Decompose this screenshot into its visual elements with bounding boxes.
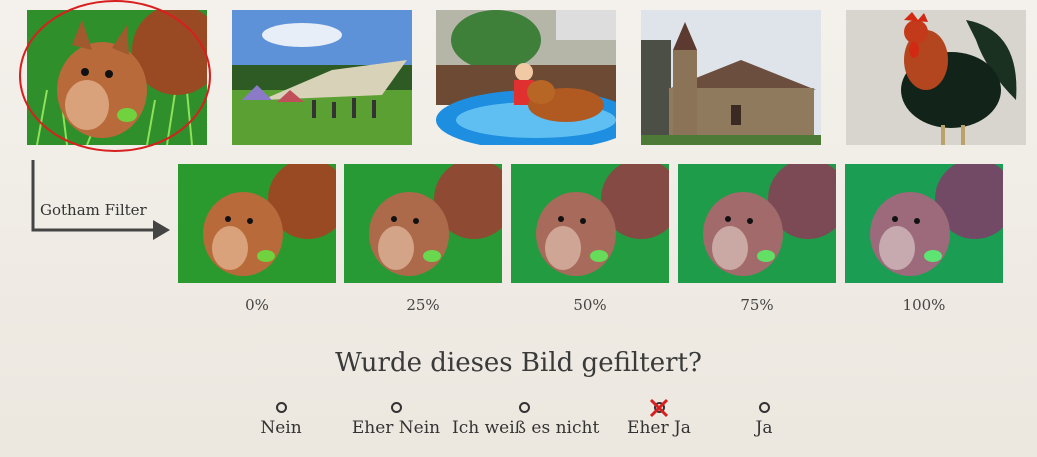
answer-label: Ja <box>755 418 773 438</box>
filter-variant-0[interactable] <box>178 164 336 283</box>
gallery-image-church[interactable] <box>641 10 821 145</box>
filter-step-label: 0% <box>245 296 269 314</box>
answer-option-ja[interactable]: Ja <box>740 402 788 438</box>
squirrel-variant-50-photo <box>511 164 669 283</box>
radio-button[interactable] <box>275 402 287 413</box>
answer-option-eher-ja[interactable]: Eher Ja <box>619 398 699 438</box>
radio-button[interactable] <box>758 402 770 413</box>
gallery-image-squirrel[interactable] <box>27 10 207 145</box>
answer-label: Nein <box>260 418 302 438</box>
answer-option-nein[interactable]: Nein <box>245 402 317 438</box>
gallery-image-tent[interactable] <box>232 10 412 145</box>
filter-step-label: 25% <box>406 296 440 314</box>
tent-camp-photo <box>232 10 412 145</box>
filter-variant-100[interactable] <box>845 164 1003 283</box>
squirrel-photo <box>27 10 207 145</box>
squirrel-variant-75-photo <box>678 164 836 283</box>
squirrel-variant-100-photo <box>845 164 1003 283</box>
answer-label: Eher Nein <box>351 418 441 438</box>
filter-name-label: Gotham Filter <box>40 201 147 219</box>
filter-step-label: 100% <box>902 296 946 314</box>
answer-option-eher-nein[interactable]: Eher Nein <box>340 402 452 438</box>
question-title: Wurde dieses Bild gefiltert? <box>335 348 702 378</box>
squirrel-variant-0-photo <box>178 164 336 283</box>
radio-button[interactable] <box>519 402 530 413</box>
selected-cross-icon <box>649 398 668 418</box>
church-photo <box>641 10 821 145</box>
rooster-photo <box>846 10 1026 145</box>
gallery-image-child-dog[interactable] <box>436 10 616 145</box>
filter-variant-25[interactable] <box>344 164 502 283</box>
filter-variant-50[interactable] <box>511 164 669 283</box>
filter-step-label: 50% <box>573 296 607 314</box>
radio-button-selected[interactable] <box>649 398 668 418</box>
child-dog-pool-photo <box>436 10 616 145</box>
answer-label: Eher Ja <box>627 418 691 438</box>
gallery-image-rooster[interactable] <box>846 10 1026 145</box>
answer-option-unsure[interactable]: Ich weiß es nicht <box>452 402 600 438</box>
squirrel-variant-25-photo <box>344 164 502 283</box>
answer-label: Ich weiß es nicht <box>452 418 600 438</box>
filter-variant-75[interactable] <box>678 164 836 283</box>
filter-step-label: 75% <box>740 296 774 314</box>
radio-button[interactable] <box>390 402 402 413</box>
